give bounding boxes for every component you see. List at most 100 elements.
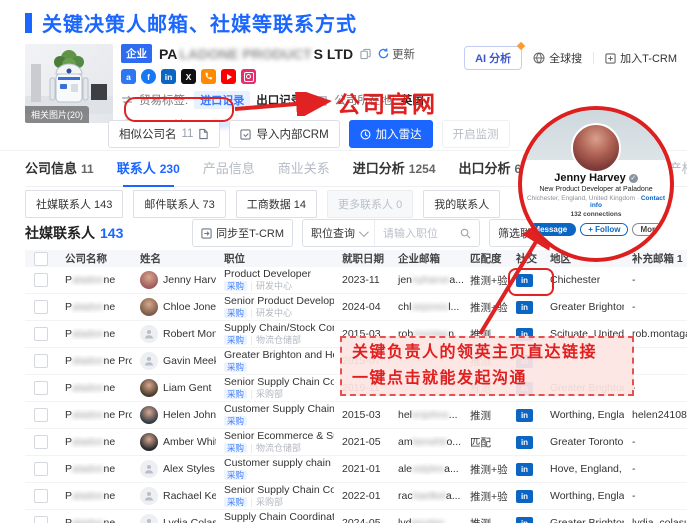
similar-companies-label: 相似公司名 <box>119 126 177 142</box>
job-title-cell: Senior Product Developer采购研发中心 <box>216 296 334 319</box>
row-checkbox-cell <box>25 408 57 422</box>
global-search-button[interactable]: 全球搜 <box>533 50 582 66</box>
company-name-cell: Paladonne <box>57 463 132 475</box>
department-tag: 研发中心 <box>251 309 292 318</box>
company-photo[interactable]: 相关图片(20) <box>25 44 113 123</box>
linkedin-link-icon[interactable]: in <box>516 490 533 503</box>
contact-name: Jenny Harvey <box>163 274 216 286</box>
social-cell: in <box>508 463 542 476</box>
position-select[interactable]: 职位查询 <box>303 220 374 246</box>
row-checkbox[interactable] <box>34 327 48 341</box>
sync-tcrm-button[interactable]: 同步至T-CRM <box>192 219 293 247</box>
page-title-row: 关键决策人邮箱、社媒等联系方式 <box>25 8 357 37</box>
import-icon <box>240 129 251 140</box>
refresh-label: 更新 <box>392 46 415 62</box>
tab-contacts[interactable]: 联系人230 <box>117 158 180 177</box>
contact-name: Lydia Colasurdo <box>163 517 216 523</box>
social-cell: in <box>508 490 542 503</box>
subtab-email-contacts[interactable]: 邮件联系人 73 <box>133 190 225 218</box>
linkedin-link-icon[interactable]: in <box>516 517 533 523</box>
row-checkbox-cell <box>25 327 57 341</box>
avatar <box>140 352 158 370</box>
table-row: PaladonneRachael KellySenior Supply Chai… <box>25 483 687 510</box>
tab-products[interactable]: 产品信息 <box>203 158 255 177</box>
tab-label: 联系人 <box>117 158 156 177</box>
extra-email-cell: - <box>624 274 687 286</box>
start-monitoring-label: 开启监测 <box>453 126 499 142</box>
col-email: 企业邮箱 <box>390 251 466 266</box>
linkedin-link-icon[interactable]: in <box>516 409 533 422</box>
linkedin-link-icon[interactable]: in <box>516 436 533 449</box>
website-highlight-ring <box>124 97 234 122</box>
company-name-blurred: LADONE PRODUCT <box>179 46 311 62</box>
refresh-button[interactable]: 更新 <box>378 46 415 62</box>
crm-icon <box>605 53 616 64</box>
amazon-icon[interactable]: a <box>121 69 136 84</box>
linkedin-connections: 132 connections <box>522 211 670 218</box>
ai-analysis-button[interactable]: AI 分析 <box>464 46 522 70</box>
department-tag: 物流仓储部 <box>251 444 301 453</box>
extra-email-cell: - <box>624 436 687 448</box>
linkedin-name-label: Jenny Harvey <box>554 172 626 184</box>
start-monitoring-button[interactable]: 开启监测 <box>442 120 510 148</box>
select-all-checkbox[interactable] <box>34 252 48 266</box>
start-date-cell: 2015-03 <box>334 409 390 421</box>
region-cell: Worthing, England,... <box>542 490 624 502</box>
col-extra-email: 补充邮箱 1 <box>624 251 687 266</box>
divider <box>593 52 594 64</box>
subtab-social-contacts[interactable]: 社媒联系人 143 <box>25 190 123 218</box>
company-name-cell: Paladonne Produc... <box>57 409 132 421</box>
company-name-cell: Paladonne <box>57 436 132 448</box>
position-search-input[interactable]: 请输入职位 <box>374 220 479 246</box>
tab-import-analysis[interactable]: 进口分析1254 <box>353 158 436 177</box>
x-twitter-icon[interactable]: X <box>181 69 196 84</box>
copy-icon[interactable] <box>360 48 371 60</box>
tab-label: 公司信息 <box>25 158 77 177</box>
extra-email-cell: lydia_colasurdo@... <box>624 517 687 523</box>
row-checkbox[interactable] <box>34 300 48 314</box>
company-name-cell: Paladonne <box>57 382 132 394</box>
tab-company-info[interactable]: 公司信息11 <box>25 158 94 177</box>
row-checkbox[interactable] <box>34 516 48 523</box>
avatar <box>140 433 158 451</box>
join-tcrm-button[interactable]: 加入T-CRM <box>605 50 677 66</box>
subtab-business-data[interactable]: 工商数据 14 <box>236 190 317 218</box>
top-actions: AI 分析 全球搜 加入T-CRM <box>464 46 677 70</box>
contact-name-cell: Jenny Harvey <box>132 271 216 289</box>
youtube-icon[interactable] <box>221 69 236 84</box>
similar-companies-button[interactable]: 相似公司名 11 <box>108 120 220 148</box>
section-title-label: 社媒联系人 <box>25 223 95 243</box>
import-crm-button[interactable]: 导入内部CRM <box>229 120 339 148</box>
department-tag: 采购部 <box>251 498 283 507</box>
phone-icon[interactable] <box>201 69 216 84</box>
instagram-icon[interactable] <box>241 69 256 84</box>
row-checkbox[interactable] <box>34 381 48 395</box>
add-radar-button[interactable]: 加入雷达 <box>349 120 433 148</box>
table-row: PaladonneJenny HarveyProduct Developer采购… <box>25 267 687 294</box>
row-checkbox[interactable] <box>34 273 48 287</box>
facebook-icon[interactable]: f <box>141 69 156 84</box>
tab-business-relations[interactable]: 商业关系 <box>278 158 330 177</box>
linkedin-icon[interactable]: in <box>161 69 176 84</box>
follow-button[interactable]: + Follow <box>580 223 628 236</box>
subtab-more-contacts[interactable]: 更多联系人 0 <box>327 190 413 218</box>
contact-name: Chloe Jones <box>163 301 216 313</box>
row-checkbox[interactable] <box>34 489 48 503</box>
sync-icon <box>201 228 212 239</box>
verified-icon: ✓ <box>629 174 638 183</box>
avatar <box>140 298 158 316</box>
col-title: 职位 <box>216 251 334 266</box>
job-title-cell: Senior Ecommerce & Supply Cha...采购物流仓储部 <box>216 431 334 454</box>
company-name-cell: Paladonne <box>57 301 132 313</box>
job-title-cell: Senior Supply Chain Coordinator采购采购部 <box>216 485 334 508</box>
linkedin-link-icon[interactable]: in <box>516 463 533 476</box>
refresh-icon <box>378 48 389 59</box>
job-title-cell: Customer Supply Chain采购 <box>216 404 334 427</box>
job-title-cell: Greater Brighton and Hove Area采购 <box>216 350 334 373</box>
row-checkbox[interactable] <box>34 354 48 368</box>
join-tcrm-label: 加入T-CRM <box>620 50 677 66</box>
row-checkbox[interactable] <box>34 462 48 476</box>
row-checkbox[interactable] <box>34 435 48 449</box>
row-checkbox[interactable] <box>34 408 48 422</box>
company-name-cell: Paladonne Produc... <box>57 355 132 367</box>
